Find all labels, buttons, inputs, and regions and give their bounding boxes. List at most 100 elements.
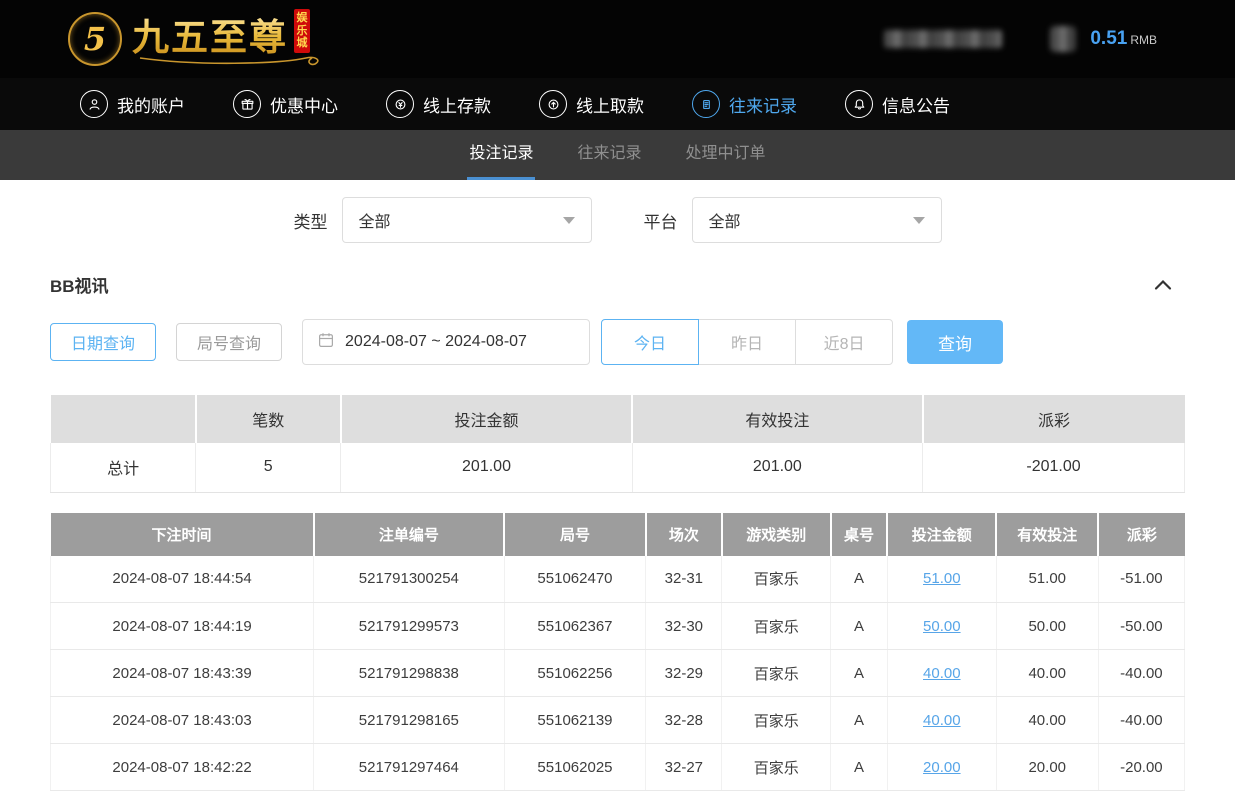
date-query-button[interactable]: 日期查询 — [50, 323, 156, 361]
payout: -50.00 — [1098, 603, 1184, 650]
session: 32-29 — [646, 650, 722, 697]
search-button[interactable]: 查询 — [907, 320, 1003, 364]
nav-item-announcements[interactable]: 信息公告 — [845, 90, 950, 118]
bets-header-table-no: 桌号 — [831, 513, 888, 556]
main-nav: 我的账户 优惠中心 线上存款 线上取款 往来记录 信息公告 — [0, 78, 1235, 130]
nav-item-label: 优惠中心 — [270, 92, 338, 117]
nav-item-label: 信息公告 — [882, 92, 950, 117]
platform-filter-value: 全部 — [709, 208, 741, 232]
bets-header-time: 下注时间 — [51, 513, 314, 556]
gift-icon — [233, 90, 261, 118]
table-no: A — [831, 697, 888, 744]
tab-processing-orders[interactable]: 处理中订单 — [684, 130, 768, 180]
nav-item-deposit[interactable]: 线上存款 — [386, 90, 491, 118]
type-filter-select[interactable]: 全部 — [342, 197, 592, 243]
chevron-down-icon — [913, 217, 925, 224]
logo-emblem-icon: 5 — [68, 12, 122, 66]
summary-header-payout: 派彩 — [923, 395, 1185, 443]
deposit-coin-icon — [386, 90, 414, 118]
nav-item-promotions[interactable]: 优惠中心 — [233, 90, 338, 118]
table-row: 2024-08-07 18:44:19 521791299573 5510623… — [51, 603, 1185, 650]
valid-bet: 40.00 — [996, 697, 1098, 744]
balance-coin-icon — [1050, 26, 1076, 52]
table-no: A — [831, 744, 888, 791]
filter-row: 类型 全部 平台 全部 — [0, 180, 1235, 260]
yesterday-button[interactable]: 昨日 — [698, 319, 796, 365]
last-8-days-button[interactable]: 近8日 — [795, 319, 893, 365]
table-row: 2024-08-07 18:43:03 521791298165 5510621… — [51, 697, 1185, 744]
bets-header-valid-bet: 有效投注 — [996, 513, 1098, 556]
tab-label: 处理中订单 — [686, 145, 766, 162]
search-button-label: 查询 — [938, 330, 972, 355]
session: 32-31 — [646, 556, 722, 603]
bet-amount-link[interactable]: 40.00 — [923, 712, 961, 729]
site-logo[interactable]: 5 九五至尊 娱乐城 — [68, 7, 310, 71]
table-no: A — [831, 556, 888, 603]
bet-time: 2024-08-07 18:44:54 — [51, 556, 314, 603]
username-masked — [884, 30, 1002, 48]
bet-amount-link[interactable]: 40.00 — [923, 665, 961, 682]
game-type: 百家乐 — [722, 603, 831, 650]
user-area: 0.51RMB — [884, 26, 1157, 52]
bet-time: 2024-08-07 18:43:39 — [51, 650, 314, 697]
round-no: 551062256 — [504, 650, 646, 697]
calendar-icon — [317, 331, 335, 354]
platform-filter-select[interactable]: 全部 — [692, 197, 942, 243]
today-label: 今日 — [634, 330, 666, 354]
query-controls: 日期查询 局号查询 2024-08-07 ~ 2024-08-07 今日 昨日 … — [0, 319, 1235, 365]
summary-bet-amount: 201.00 — [341, 443, 632, 492]
bets-header-session: 场次 — [646, 513, 722, 556]
balance-amount: 0.51 — [1090, 28, 1127, 49]
nav-item-withdraw[interactable]: 线上取款 — [539, 90, 644, 118]
topbar: 5 九五至尊 娱乐城 0.51RMB — [0, 0, 1235, 78]
summary-total-row: 总计 5 201.00 201.00 -201.00 — [51, 443, 1185, 492]
nav-item-my-account[interactable]: 我的账户 — [80, 90, 185, 118]
nav-item-records[interactable]: 往来记录 — [692, 90, 797, 118]
nav-item-label: 往来记录 — [729, 92, 797, 117]
game-type: 百家乐 — [722, 650, 831, 697]
last-8-days-label: 近8日 — [824, 330, 865, 354]
summary-valid-bet: 201.00 — [632, 443, 922, 492]
bet-amount-link[interactable]: 51.00 — [923, 570, 961, 587]
yesterday-label: 昨日 — [731, 330, 763, 354]
bet-time: 2024-08-07 18:44:19 — [51, 603, 314, 650]
chevron-down-icon — [563, 217, 575, 224]
logo-badge: 娱乐城 — [294, 9, 310, 53]
bets-header-game-type: 游戏类别 — [722, 513, 831, 556]
today-button[interactable]: 今日 — [601, 319, 699, 365]
bet-id: 521791299573 — [314, 603, 505, 650]
summary-header-valid-bet: 有效投注 — [632, 395, 922, 443]
round-query-label: 局号查询 — [197, 330, 261, 354]
chevron-up-icon[interactable] — [1153, 278, 1173, 291]
tab-transaction-records[interactable]: 往来记录 — [575, 130, 643, 180]
platform-filter-label: 平台 — [644, 208, 678, 233]
logo-flourish-icon — [138, 53, 328, 71]
user-icon — [80, 90, 108, 118]
session: 32-30 — [646, 603, 722, 650]
summary-header-blank — [51, 395, 196, 443]
payout: -40.00 — [1098, 697, 1184, 744]
date-range-value: 2024-08-07 ~ 2024-08-07 — [345, 333, 527, 351]
bet-amount-link[interactable]: 20.00 — [923, 759, 961, 776]
records-icon — [692, 90, 720, 118]
bets-header-bet-id: 注单编号 — [314, 513, 505, 556]
type-filter-label: 类型 — [294, 208, 328, 233]
bets-header-bet-amount: 投注金额 — [887, 513, 996, 556]
bet-id: 521791297464 — [314, 744, 505, 791]
logo-emblem-digit: 5 — [84, 20, 106, 58]
balance-currency: RMB — [1130, 33, 1157, 47]
nav-item-label: 我的账户 — [117, 92, 185, 117]
date-range-input[interactable]: 2024-08-07 ~ 2024-08-07 — [302, 319, 590, 365]
table-no: A — [831, 650, 888, 697]
tab-label: 往来记录 — [577, 145, 641, 162]
section-title: BB视讯 — [50, 272, 109, 297]
summary-header-count: 笔数 — [196, 395, 341, 443]
bet-amount-link[interactable]: 50.00 — [923, 618, 961, 635]
round-query-button[interactable]: 局号查询 — [176, 323, 282, 361]
valid-bet: 50.00 — [996, 603, 1098, 650]
tab-bet-records[interactable]: 投注记录 — [467, 130, 535, 180]
bet-time: 2024-08-07 18:42:22 — [51, 744, 314, 791]
nav-item-label: 线上存款 — [423, 92, 491, 117]
summary-header-bet-amount: 投注金额 — [341, 395, 632, 443]
summary-count: 5 — [196, 443, 341, 492]
